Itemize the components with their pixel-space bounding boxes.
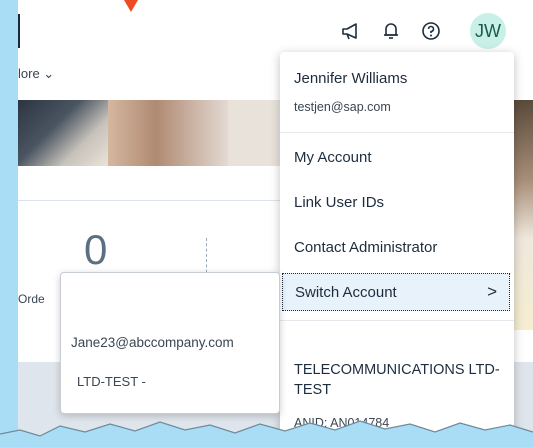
account-option-email[interactable]: Jane23@abccompany.com bbox=[71, 335, 234, 350]
app-frame: JW lore ⌄ 0 Orde Jennifer Williams testj… bbox=[18, 0, 533, 447]
menu-item-label: My Account bbox=[294, 149, 372, 166]
shell-header: JW bbox=[18, 0, 533, 60]
banner-image-middle bbox=[108, 100, 228, 166]
kpi-label: Orde bbox=[18, 292, 45, 306]
menu-item-switch-account[interactable]: Switch Account > bbox=[282, 273, 510, 311]
menu-item-label: Switch Account bbox=[295, 284, 397, 301]
banner-image-left bbox=[18, 100, 108, 166]
kpi-value: 0 bbox=[84, 226, 108, 273]
pointer-arrow-icon bbox=[124, 0, 138, 12]
account-option-org[interactable]: LTD-TEST - bbox=[77, 374, 146, 389]
menu-item-label: Link User IDs bbox=[294, 194, 385, 211]
user-email: testjen@sap.com bbox=[294, 100, 391, 114]
megaphone-icon[interactable] bbox=[338, 18, 364, 44]
user-name: Jennifer Williams bbox=[294, 70, 408, 87]
menu-item-contact-administrator[interactable]: Contact Administrator bbox=[280, 229, 514, 269]
user-avatar[interactable]: JW bbox=[470, 13, 506, 49]
bell-icon[interactable] bbox=[378, 18, 404, 44]
menu-item-link-user-ids[interactable]: Link User IDs bbox=[280, 184, 514, 224]
menu-separator bbox=[280, 132, 514, 133]
banner-image-right bbox=[228, 100, 278, 166]
organization-name: TELECOMMUNICATIONS LTD-TEST bbox=[294, 362, 500, 398]
user-menu-popover: Jennifer Williams testjen@sap.com My Acc… bbox=[280, 52, 514, 447]
help-circle-icon[interactable] bbox=[418, 18, 444, 44]
menu-separator bbox=[280, 320, 514, 321]
more-link[interactable]: lore ⌄ bbox=[18, 66, 54, 82]
menu-item-my-account[interactable]: My Account bbox=[280, 139, 514, 179]
menu-item-label: Contact Administrator bbox=[294, 239, 438, 256]
header-divider bbox=[18, 14, 20, 48]
torn-edge-decoration bbox=[0, 420, 533, 447]
chevron-right-icon: > bbox=[487, 282, 497, 301]
account-submenu: Jane23@abccompany.com LTD-TEST - bbox=[60, 272, 280, 414]
